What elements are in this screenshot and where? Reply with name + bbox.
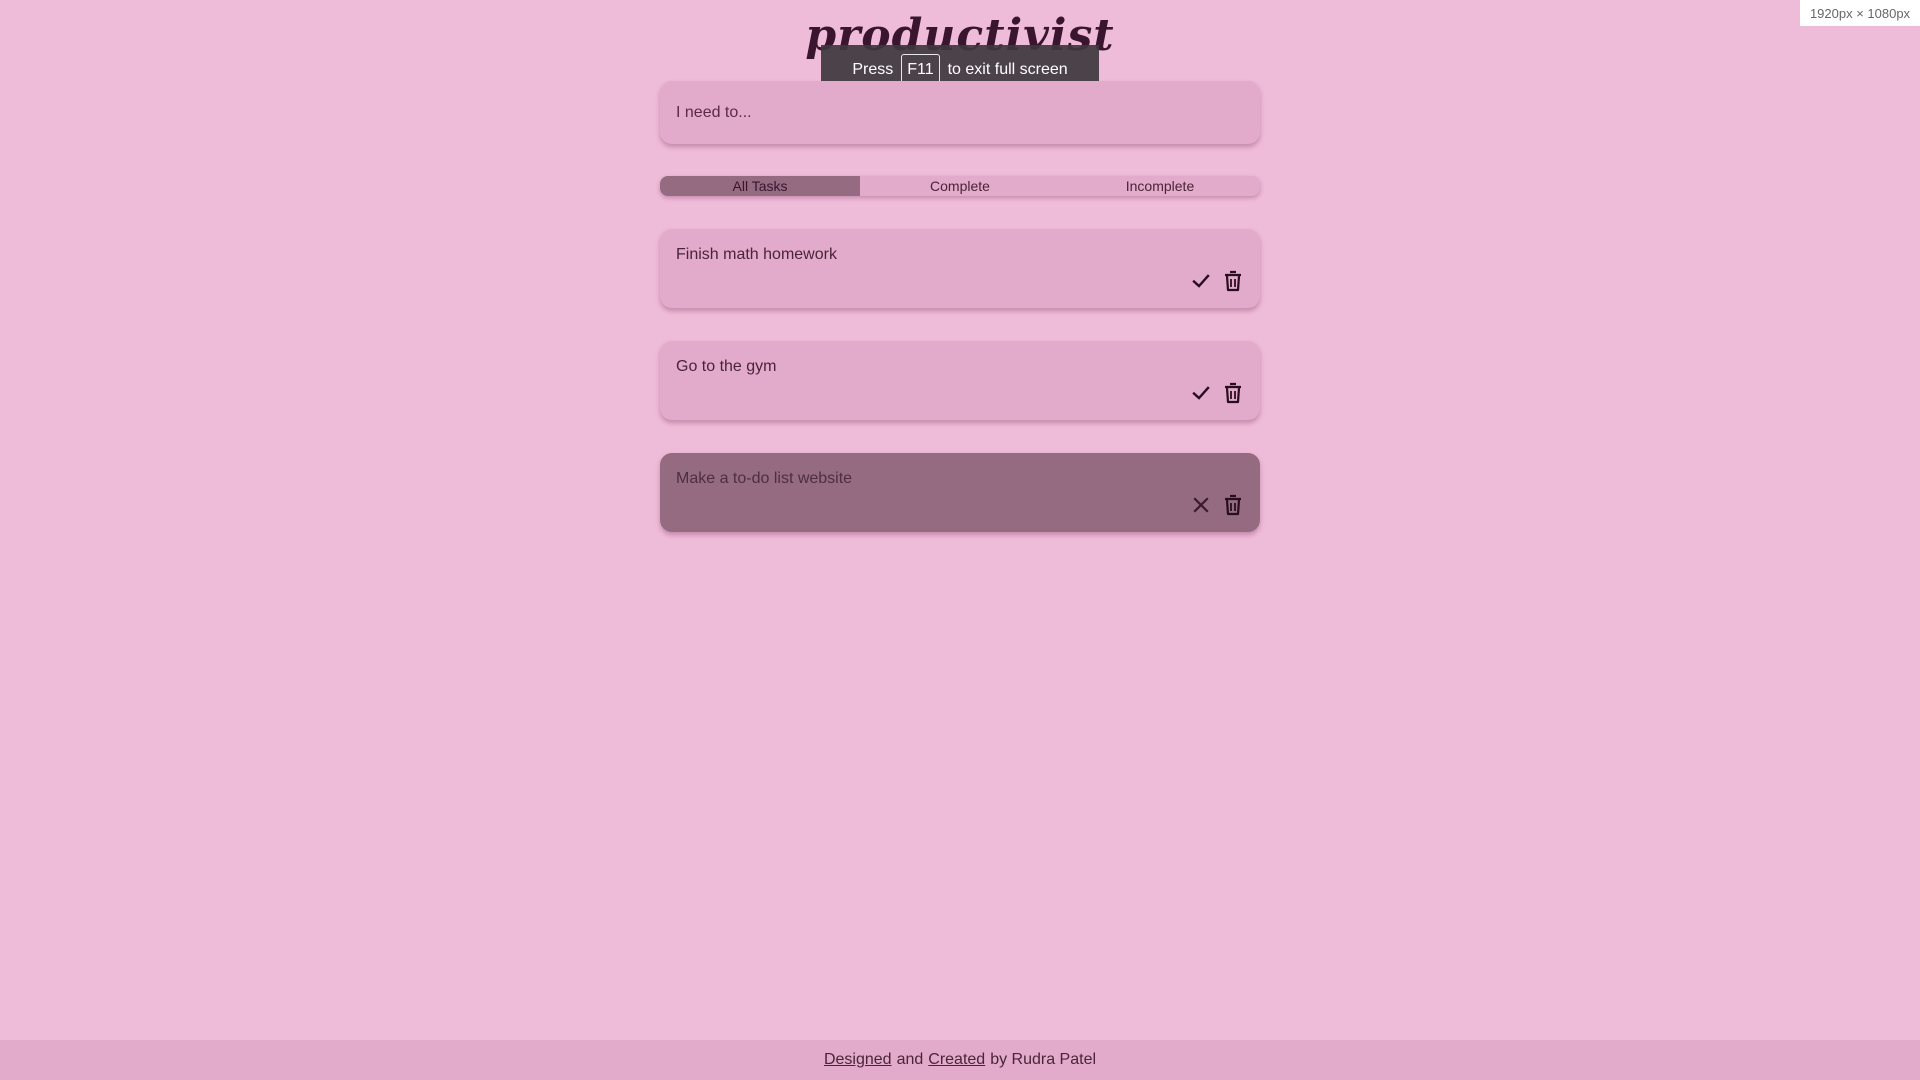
check-icon[interactable] xyxy=(1190,270,1212,292)
footer: Designed and Created by Rudra Patel xyxy=(0,1040,1920,1080)
task-actions xyxy=(1190,494,1244,516)
footer-and: and xyxy=(896,1051,924,1068)
task-input[interactable] xyxy=(660,81,1260,144)
task-text: Make a to-do list website xyxy=(676,470,853,487)
trash-icon[interactable] xyxy=(1222,270,1244,292)
toast-press-text: Press xyxy=(852,61,894,78)
task-text: Finish math homework xyxy=(676,246,837,263)
dimension-badge: 1920px × 1080px xyxy=(1800,0,1920,26)
trash-icon[interactable] xyxy=(1222,382,1244,404)
filter-tab-all[interactable]: All Tasks xyxy=(660,176,860,196)
designed-link[interactable]: Designed xyxy=(824,1051,892,1069)
trash-icon[interactable] xyxy=(1222,494,1244,516)
created-link[interactable]: Created xyxy=(928,1051,985,1069)
task-card-completed: Make a to-do list website xyxy=(660,453,1260,532)
toast-message: to exit full screen xyxy=(947,61,1068,78)
close-icon[interactable] xyxy=(1190,494,1212,516)
task-input-container xyxy=(660,81,1260,144)
footer-author: by Rudra Patel xyxy=(990,1051,1097,1068)
app-root: productivist Press F11 to exit full scre… xyxy=(0,0,1920,1080)
check-icon[interactable] xyxy=(1190,382,1212,404)
task-card: Finish math homework xyxy=(660,229,1260,308)
task-card: Go to the gym xyxy=(660,341,1260,420)
task-list: Finish math homework Go to the gym Make … xyxy=(660,229,1260,565)
task-actions xyxy=(1190,382,1244,404)
filter-tab-incomplete[interactable]: Incomplete xyxy=(1060,176,1260,196)
filter-bar: All Tasks Complete Incomplete xyxy=(660,176,1260,196)
task-text: Go to the gym xyxy=(676,358,777,375)
filter-tab-complete[interactable]: Complete xyxy=(860,176,1060,196)
task-actions xyxy=(1190,270,1244,292)
